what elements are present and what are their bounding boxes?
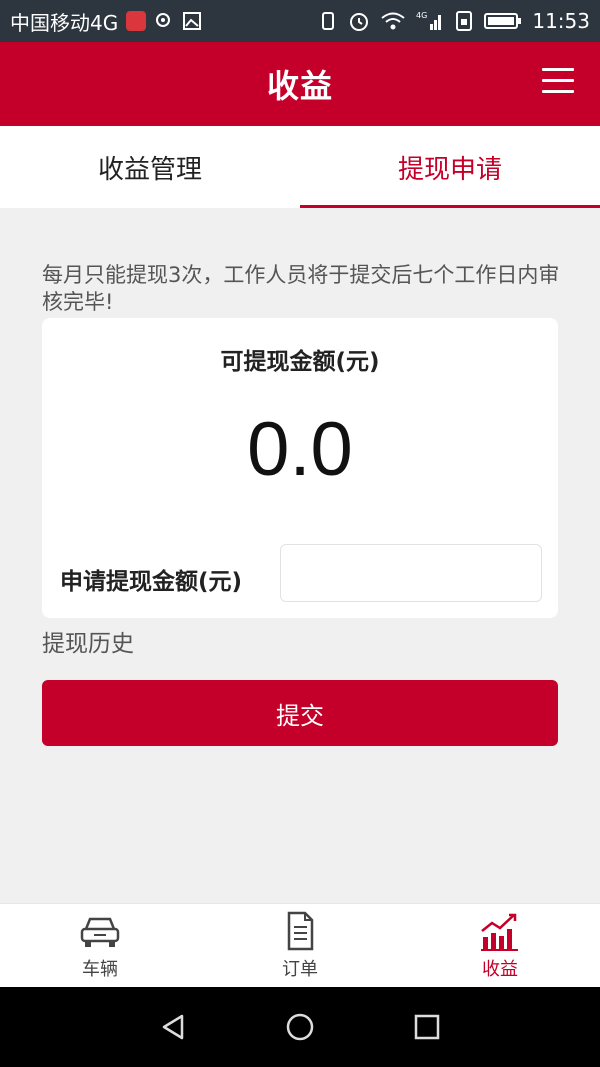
sim-icon xyxy=(454,10,474,32)
chart-icon xyxy=(481,913,518,951)
page-title: 收益 xyxy=(266,67,333,105)
home-icon[interactable] xyxy=(280,1007,320,1047)
nav-item-label: 车辆 xyxy=(82,959,118,980)
battery-icon xyxy=(484,11,522,31)
status-bar: 中国移动4G 4G 11:53 xyxy=(0,0,600,42)
alarm-icon xyxy=(348,10,370,32)
carrier-label: 中国移动4G xyxy=(10,10,119,35)
request-amount-input[interactable] xyxy=(280,544,542,602)
system-nav-bar xyxy=(0,987,600,1067)
nav-item-earnings[interactable]: 收益 xyxy=(400,904,600,988)
document-icon xyxy=(287,911,314,951)
recent-apps-icon[interactable] xyxy=(407,1007,447,1047)
menu-icon[interactable] xyxy=(542,68,574,96)
withdrawal-notice: 每月只能提现3次，工作人员将于提交后七个工作日内审核完毕! xyxy=(42,263,560,314)
tab-earnings-management[interactable]: 收益管理 xyxy=(0,126,300,208)
withdrawal-history-link[interactable]: 提现历史 xyxy=(42,624,134,658)
nav-item-label: 订单 xyxy=(282,959,318,980)
svg-text:4G: 4G xyxy=(416,11,427,20)
clock-label: 11:53 xyxy=(532,9,590,33)
available-amount-value: 0.0 xyxy=(247,407,353,492)
tab-bar: 收益管理 提现申请 xyxy=(0,126,600,208)
app-bar: 收益 xyxy=(0,42,600,126)
vibrate-icon xyxy=(318,10,338,32)
available-amount-label: 可提现金额(元) xyxy=(220,349,380,375)
nav-item-orders[interactable]: 订单 xyxy=(200,904,400,988)
signal-icon: 4G xyxy=(416,10,444,32)
back-icon[interactable] xyxy=(153,1007,193,1047)
nav-item-vehicles[interactable]: 车辆 xyxy=(0,904,200,988)
withdrawal-card: 可提现金额(元) 0.0 申请提现金额(元) xyxy=(42,318,558,618)
image-icon xyxy=(182,11,202,31)
wifi-icon xyxy=(380,11,406,31)
tab-withdrawal-request[interactable]: 提现申请 xyxy=(300,126,600,208)
bottom-nav: 车辆 订单 收益 xyxy=(0,903,600,987)
wechat-notification-icon xyxy=(126,11,147,31)
nav-item-label: 收益 xyxy=(482,959,518,980)
request-amount-label: 申请提现金额(元) xyxy=(60,569,243,595)
location-icon xyxy=(154,11,174,31)
car-icon xyxy=(80,917,120,947)
submit-button[interactable]: 提交 xyxy=(42,680,558,746)
